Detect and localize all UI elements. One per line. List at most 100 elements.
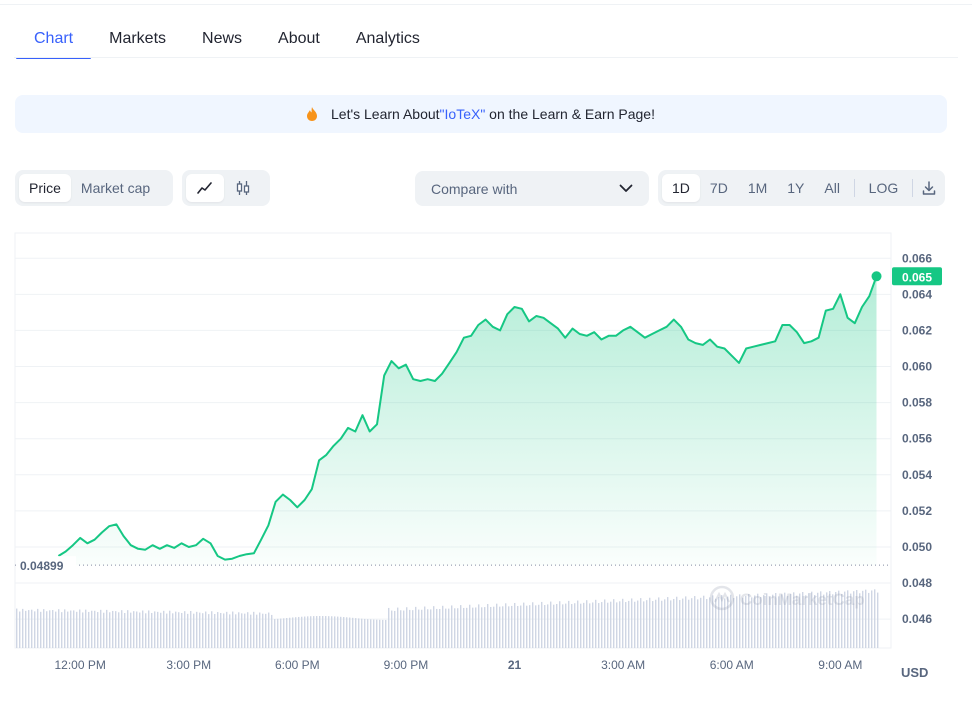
tab-markets[interactable]: Markets [91, 18, 184, 58]
y-tick-label: 0.064 [902, 287, 932, 301]
volume-bar [499, 606, 501, 648]
y-tick-label: 0.054 [902, 468, 932, 482]
volume-bar [487, 604, 489, 648]
volume-bar [115, 611, 117, 648]
tab-news[interactable]: News [184, 18, 260, 58]
volume-bar [313, 616, 315, 648]
line-chart-icon[interactable] [186, 174, 224, 202]
svg-text:0.065: 0.065 [902, 270, 932, 284]
volume-bar [160, 612, 162, 648]
volume-bar [298, 616, 300, 648]
volume-bar [724, 598, 726, 648]
range-1m[interactable]: 1M [738, 174, 777, 202]
tabs-divider [14, 57, 958, 58]
volume-bar [85, 609, 87, 648]
volume-bar [331, 616, 333, 648]
volume-bar [37, 608, 39, 648]
volume-bar [235, 614, 237, 648]
volume-bar [682, 598, 684, 648]
volume-bar [370, 619, 372, 648]
volume-bar [25, 610, 27, 648]
volume-bar [127, 610, 129, 648]
x-tick-label: 9:00 AM [818, 658, 862, 672]
volume-bar [52, 610, 54, 648]
range-7d[interactable]: 7D [700, 174, 738, 202]
volume-bar [64, 609, 66, 648]
last-price-dot [871, 271, 882, 282]
volume-bar [721, 595, 723, 648]
volume-bar [580, 603, 582, 648]
volume-bar [652, 601, 654, 648]
volume-bar [175, 611, 177, 648]
volume-bar [460, 605, 462, 648]
volume-bar [550, 601, 552, 648]
price-marketcap-toggle: Price Market cap [15, 170, 173, 206]
volume-bar [667, 597, 669, 648]
range-1d[interactable]: 1D [662, 174, 700, 202]
volume-bar [736, 596, 738, 648]
volume-bar [496, 603, 498, 648]
price-chart[interactable]: 0.04899 0.0460.0480.0500.0520.0540.0560.… [0, 226, 972, 688]
candlestick-icon[interactable] [224, 174, 262, 202]
volume-bar [43, 609, 45, 648]
volume-bar [541, 601, 543, 648]
market-cap-option[interactable]: Market cap [71, 174, 160, 202]
volume-bar [649, 597, 651, 648]
volume-bar [343, 617, 345, 648]
volume-bar [328, 616, 330, 648]
volume-bar [268, 612, 270, 648]
compare-with-dropdown[interactable]: Compare with [415, 171, 649, 206]
volume-bar [631, 598, 633, 648]
learn-earn-banner[interactable]: Let's Learn About "IoTeX" on the Learn &… [15, 95, 947, 133]
range-all[interactable]: All [814, 174, 850, 202]
y-tick-label: 0.050 [902, 540, 932, 554]
volume-bar [709, 597, 711, 648]
volume-bar [241, 613, 243, 648]
volume-bar [325, 616, 327, 648]
volume-bar [76, 611, 78, 648]
volume-bar [295, 617, 297, 648]
volume-bar [61, 612, 63, 648]
volume-bar [517, 605, 519, 648]
volume-bar [217, 612, 219, 648]
volume-bar [403, 610, 405, 648]
volume-bar [91, 610, 93, 648]
volume-bar [346, 617, 348, 648]
volume-bar [544, 605, 546, 648]
banner-highlight-link[interactable]: "IoTeX" [440, 106, 486, 122]
volume-bar [625, 602, 627, 648]
volume-bar [304, 616, 306, 648]
volume-bar [424, 606, 426, 648]
volume-bar [181, 612, 183, 648]
volume-bar [538, 604, 540, 648]
volume-bar [397, 607, 399, 648]
tab-bar: Chart Markets News About Analytics [16, 18, 438, 59]
volume-bar [31, 609, 33, 648]
tab-chart[interactable]: Chart [16, 18, 92, 59]
log-scale-button[interactable]: LOG [859, 174, 909, 202]
volume-bar [469, 604, 471, 648]
volume-bar [220, 612, 222, 648]
volume-bar [223, 613, 225, 648]
volume-bar [193, 613, 195, 648]
volume-bar [355, 618, 357, 648]
volume-bar [124, 613, 126, 648]
volume-bar [142, 610, 144, 648]
download-icon[interactable] [917, 174, 941, 202]
tab-about[interactable]: About [260, 18, 338, 58]
volume-bar [292, 617, 294, 648]
volume-bar [661, 600, 663, 648]
volume-bar [700, 597, 702, 648]
volume-bar [334, 616, 336, 648]
volume-bar [637, 600, 639, 648]
tab-analytics[interactable]: Analytics [338, 18, 438, 58]
price-option[interactable]: Price [19, 174, 71, 202]
volume-bar [445, 608, 447, 648]
volume-bar [508, 606, 510, 648]
volume-bar [673, 598, 675, 648]
volume-bar [679, 600, 681, 648]
volume-bar [532, 602, 534, 648]
range-1y[interactable]: 1Y [777, 174, 814, 202]
volume-bar [556, 604, 558, 648]
volume-bar [28, 610, 30, 648]
